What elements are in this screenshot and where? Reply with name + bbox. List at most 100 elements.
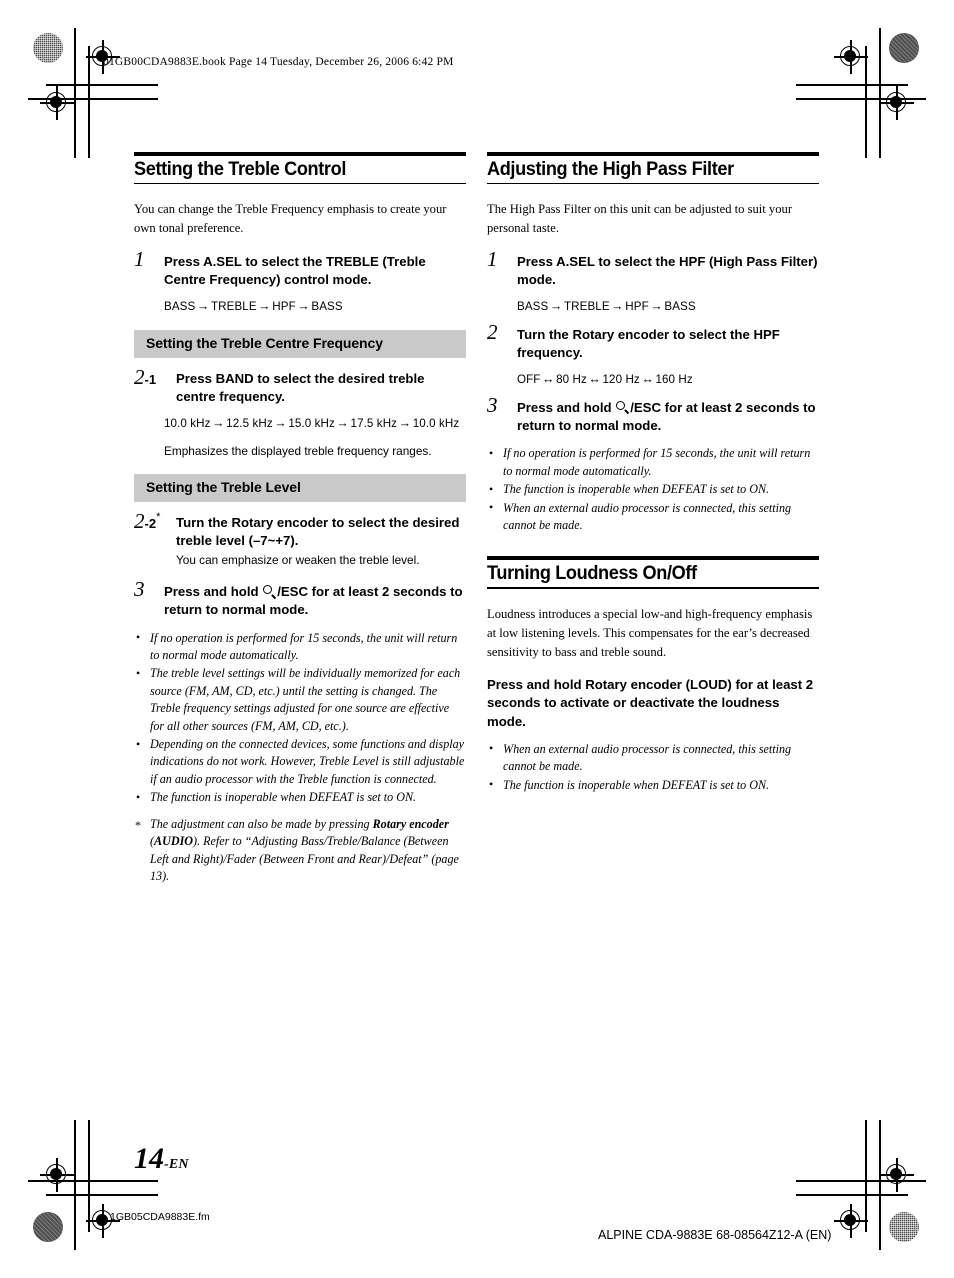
- sequence-item: 15.0 kHz: [288, 417, 335, 431]
- footnote-marker: *: [156, 510, 161, 523]
- right-column: Adjusting the High Pass Filter The High …: [487, 152, 819, 795]
- step-number: 3: [487, 392, 498, 417]
- footnote-bold1: Rotary encoder: [372, 816, 449, 831]
- step-number-main: 2: [134, 364, 145, 389]
- instruction-mid: (: [681, 677, 691, 693]
- sequence-hpf-frequencies: OFF ↔ 80 Hz ↔ 120 Hz ↔ 160 Hz: [517, 370, 819, 389]
- footnote-part1: The adjustment can also be made by press…: [150, 816, 373, 831]
- heading-rule-top: [487, 556, 819, 561]
- page-number-value: 14: [134, 1142, 164, 1175]
- step-text-bold: /ESC: [277, 584, 308, 600]
- section-heading-treble-control: Setting the Treble Control: [134, 152, 466, 185]
- step-3-hpf-exit: 3 Press and hold /ESC for at least 2 sec…: [487, 394, 819, 435]
- magnifier-icon: [616, 400, 629, 414]
- sequence-item: 120 Hz: [602, 373, 640, 387]
- step-2-1-band: 2-1 Press BAND to select the desired tre…: [134, 364, 466, 406]
- step-2-2-rotary: 2-2* Turn the Rotary encoder to select t…: [134, 510, 466, 570]
- sequence-item: 17.5 kHz: [350, 417, 398, 431]
- sequence-item: BASS: [517, 300, 549, 314]
- step-1-treble: 1 Press A.SEL to select the TREBLE (Treb…: [134, 248, 466, 289]
- sequence-item: HPF: [625, 300, 649, 314]
- sequence-item: 12.5 kHz: [226, 417, 273, 431]
- magnifier-icon: [263, 585, 276, 598]
- sequence-item: BASS: [311, 300, 343, 314]
- page-number: 14-EN: [134, 1144, 189, 1174]
- sequence-treble-mode: BASS → TREBLE → HPF → BASS: [164, 297, 466, 316]
- intro-paragraph-treble: You can change the Treble Frequency emph…: [134, 202, 447, 236]
- note-item: The function is inoperable when DEFEAT i…: [134, 789, 466, 807]
- arrow-icon: →: [650, 299, 663, 314]
- step-text-pre: Press: [176, 370, 216, 386]
- note-item: When an external audio processor is conn…: [487, 740, 819, 776]
- step-text-bold: A.SEL: [556, 253, 595, 269]
- notes-list-loudness: When an external audio processor is conn…: [487, 740, 819, 794]
- page-content: Setting the Treble Control You can chang…: [0, 0, 954, 1278]
- footnote-rotary-encoder: The adjustment can also be made by press…: [134, 816, 466, 886]
- step-text-pre: Press and hold: [517, 399, 616, 415]
- step-text-bold: /ESC: [630, 399, 661, 415]
- step-number-main: 2: [134, 508, 145, 533]
- sequence-item: 10.0 kHz: [164, 417, 211, 431]
- step-text-bold: Rotary encoder: [231, 514, 329, 530]
- step-text: Press A.SEL to select the TREBLE (Treble…: [164, 253, 466, 289]
- instruction-bold2: LOUD: [690, 677, 728, 693]
- intro-paragraph-hpf: The High Pass Filter on this unit can be…: [487, 202, 793, 236]
- footnote-bold2: AUDIO: [154, 834, 194, 849]
- arrow-icon: →: [549, 299, 563, 314]
- heading-rule-top: [134, 152, 466, 156]
- sequence-item: TREBLE: [563, 300, 610, 314]
- step-text: Turn the Rotary encoder to select the de…: [176, 514, 466, 550]
- instruction-bold1: Rotary encoder: [585, 677, 682, 693]
- step-text-pre: Press: [164, 253, 204, 269]
- sequence-item: 160 Hz: [655, 373, 693, 387]
- note-treble-frequency-ranges: Emphasizes the displayed treble frequenc…: [164, 443, 432, 458]
- step-text-pre: Press: [517, 253, 557, 269]
- left-column: Setting the Treble Control You can chang…: [134, 152, 466, 885]
- note-item: If no operation is performed for 15 seco…: [134, 629, 466, 665]
- arrow-icon: →: [258, 299, 271, 314]
- step-text: Press and hold /ESC for at least 2 secon…: [164, 583, 466, 619]
- heading-rule-bottom: [134, 182, 466, 185]
- subheading-treble-centre-frequency: Setting the Treble Centre Frequency: [134, 329, 466, 358]
- arrow-icon: →: [398, 416, 412, 431]
- sequence-item: 80 Hz: [556, 373, 587, 387]
- section-title-hpf: Adjusting the High Pass Filter: [487, 158, 734, 180]
- arrow-icon: →: [336, 416, 350, 431]
- intro-paragraph-loudness: Loudness introduces a special low-and hi…: [487, 606, 813, 660]
- sequence-item: BASS: [664, 300, 696, 314]
- heading-rule-bottom: [487, 587, 819, 589]
- step-number: 3: [134, 577, 145, 602]
- sequence-hpf-mode: BASS → TREBLE → HPF → BASS: [517, 297, 819, 316]
- arrow-icon: →: [297, 299, 310, 314]
- step-number: 1: [487, 246, 498, 271]
- section-heading-loudness: Turning Loudness On/Off: [487, 556, 819, 589]
- step-text: Press and hold /ESC for at least 2 secon…: [517, 399, 819, 435]
- step-2-hpf-frequency: 2 Turn the Rotary encoder to select the …: [487, 321, 819, 362]
- step-number-suffix: -1: [144, 371, 157, 387]
- step-text-pre: Turn the: [176, 514, 232, 530]
- step-number-suffix: -2: [144, 515, 157, 531]
- step-number: 1: [134, 246, 145, 271]
- step-text-pre: Press and hold: [164, 584, 263, 600]
- double-arrow-icon: ↔: [541, 372, 555, 387]
- step-1-hpf: 1 Press A.SEL to select the HPF (High Pa…: [487, 248, 819, 289]
- step-text: Press A.SEL to select the HPF (High Pass…: [517, 253, 819, 289]
- arrow-icon: →: [274, 416, 287, 431]
- section-heading-high-pass-filter: Adjusting the High Pass Filter: [487, 152, 819, 185]
- sequence-treble-frequencies: 10.0 kHz → 12.5 kHz → 15.0 kHz → 17.5 kHz → 10.0…: [164, 414, 466, 433]
- step-3-exit: 3 Press and hold /ESC for at least 2 sec…: [134, 579, 466, 619]
- heading-rule-top: [487, 152, 819, 156]
- sequence-item: 10.0 kHz: [412, 417, 460, 431]
- note-treble-level: You can emphasize or weaken the treble l…: [176, 553, 420, 568]
- step-text-pre: Turn the: [517, 326, 573, 342]
- section-title-loudness: Turning Loudness On/Off: [487, 562, 697, 585]
- sequence-item: BASS: [164, 300, 196, 314]
- subheading-treble-level: Setting the Treble Level: [134, 473, 466, 502]
- step-number: 2-1: [134, 364, 157, 389]
- page-title: Setting the Treble Control: [134, 158, 346, 180]
- notes-list-hpf: If no operation is performed for 15 seco…: [487, 445, 819, 534]
- step-number: 2: [487, 319, 498, 344]
- instruction-text: Press and hold Rotary encoder (LOUD) for…: [487, 676, 819, 731]
- arrow-icon: →: [212, 416, 225, 431]
- step-text-bold: Rotary encoder: [572, 326, 670, 342]
